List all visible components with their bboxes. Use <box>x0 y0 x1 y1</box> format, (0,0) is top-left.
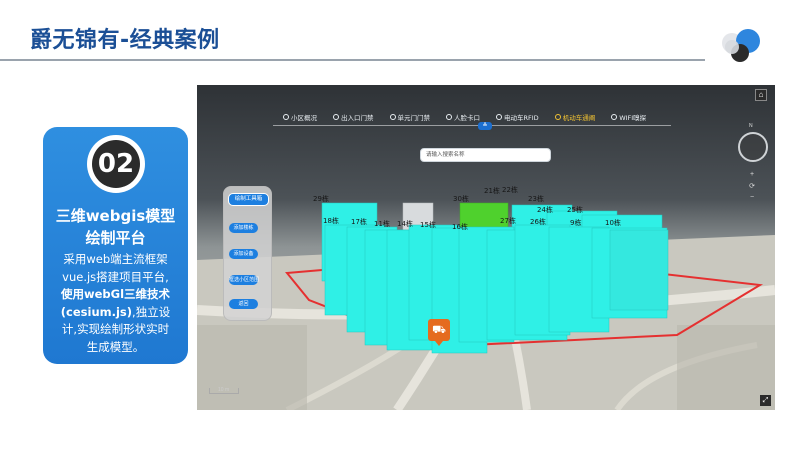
door-icon <box>389 114 396 120</box>
nav-item-overview[interactable]: 小区概况 <box>283 110 317 124</box>
building-label[interactable]: 11栋 <box>374 219 390 229</box>
map-viewport[interactable]: 小区概况 出入口门禁 单元门门禁 人脸卡口 电动车RFID 机动车通阐 WIFI… <box>197 85 775 410</box>
case-number: 02 <box>92 140 140 188</box>
desc-line1: 采用web端主流框架 <box>63 252 168 266</box>
building-label[interactable]: 25栋 <box>567 205 583 215</box>
nav-item-unit-door[interactable]: 单元门门禁 <box>389 110 430 124</box>
face-icon <box>446 114 452 120</box>
toolbox-title-button[interactable]: 绘制工具箱 <box>228 193 269 206</box>
building-label[interactable]: 23栋 <box>528 194 544 204</box>
gate-icon <box>333 114 339 120</box>
building-icon <box>283 114 289 120</box>
case-heading-line2: 绘制平台 <box>85 229 146 247</box>
title-divider <box>0 59 705 61</box>
building-label[interactable]: 18栋 <box>323 216 339 226</box>
add-building-button[interactable]: 添加楼栋 <box>229 223 258 233</box>
desc-bold1: 使用webGl三维技术 <box>60 287 171 301</box>
decoration-circles-icon <box>722 29 760 62</box>
building-label[interactable]: 17栋 <box>351 217 367 227</box>
compass-north-label: N <box>749 123 753 129</box>
fullscreen-icon[interactable]: ⤢ <box>760 395 771 406</box>
nav-item-face[interactable]: 人脸卡口 <box>446 110 480 124</box>
slide: 爵无锦有-经典案例 02 三维webgis模型 绘制平台 采用web端主流框架 … <box>0 0 800 450</box>
building-label[interactable]: 29栋 <box>313 194 329 204</box>
marker-pointer <box>435 341 443 346</box>
zoom-in-button[interactable]: + <box>747 171 757 179</box>
add-device-button[interactable]: 添加设备 <box>229 249 258 259</box>
building-label[interactable]: 15栋 <box>420 220 436 230</box>
back-button[interactable]: 返回 <box>229 299 258 309</box>
map-scene <box>197 85 775 410</box>
building-label[interactable]: 26栋 <box>530 217 546 227</box>
scale-bar: 10 m <box>209 388 239 394</box>
desc-bold2: (cesium.js) <box>60 304 133 319</box>
building-label[interactable]: 9栋 <box>570 218 581 228</box>
top-nav: 小区概况 出入口门禁 单元门门禁 人脸卡口 电动车RFID 机动车通阐 WIFI… <box>283 110 646 124</box>
ebike-icon <box>496 114 502 120</box>
zoom-reset-button[interactable]: ⟳ <box>747 183 757 191</box>
case-heading: 三维webgis模型 绘制平台 <box>43 205 188 249</box>
nav-item-entrance[interactable]: 出入口门禁 <box>333 110 374 124</box>
building-label[interactable]: 10栋 <box>605 218 621 228</box>
home-view-button[interactable]: ⌂ <box>755 89 767 101</box>
desc-line4: 计,实现绘制形状实时 <box>61 322 170 336</box>
nav-item-wifi[interactable]: WIFI嗅探 <box>611 110 646 124</box>
select-area-button[interactable]: 框选小区范围 <box>229 275 259 285</box>
compass-icon[interactable] <box>738 132 768 162</box>
car-icon <box>554 114 561 120</box>
case-description: 采用web端主流框架 vue.js搭建项目平台, 使用webGl三维技术 (ce… <box>49 251 182 356</box>
nav-underline <box>273 125 671 126</box>
building-label[interactable]: 16栋 <box>452 222 468 232</box>
building-label[interactable]: 21栋 <box>484 186 500 196</box>
building-label[interactable]: 30栋 <box>453 194 469 204</box>
draw-toolbox: 绘制工具箱 添加楼栋 添加设备 框选小区范围 返回 <box>223 186 272 321</box>
desc-line3-tail: ,独立设 <box>132 304 171 319</box>
wifi-icon <box>611 114 618 120</box>
search-input[interactable]: 请输入搜索名称 <box>420 148 551 162</box>
desc-line2: vue.js搭建项目平台, <box>62 269 169 284</box>
case-number-badge: 02 <box>87 135 145 193</box>
vehicle-gate-marker-icon[interactable]: ⛟ <box>428 319 450 341</box>
nav-toggle-button[interactable]: ≙ <box>478 122 492 130</box>
nav-item-ebike[interactable]: 电动车RFID <box>496 110 539 124</box>
case-heading-line1: 三维webgis模型 <box>55 207 176 225</box>
zoom-out-button[interactable]: − <box>747 194 757 202</box>
desc-line5: 生成模型。 <box>86 339 145 354</box>
building-label[interactable]: 22栋 <box>502 185 518 195</box>
building-label[interactable]: 24栋 <box>537 205 553 215</box>
case-card: 02 三维webgis模型 绘制平台 采用web端主流框架 vue.js搭建项目… <box>43 127 188 364</box>
nav-item-vehicle[interactable]: 机动车通阐 <box>554 110 595 124</box>
building-label[interactable]: 14栋 <box>397 219 413 229</box>
building-label[interactable]: 27栋 <box>500 216 516 226</box>
page-title: 爵无锦有-经典案例 <box>30 28 220 53</box>
